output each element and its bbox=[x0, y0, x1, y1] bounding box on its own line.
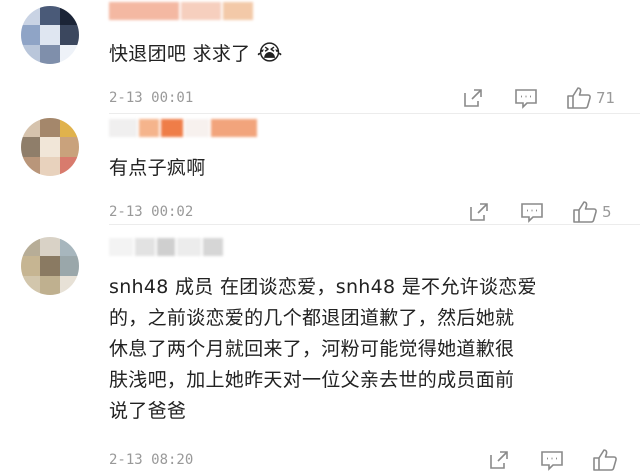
username-blurred[interactable] bbox=[109, 238, 223, 256]
comment-item: snh48 成员 在团谈恋爱，snh48 是不允许谈恋爱 的，之前谈恋爱的几个都… bbox=[0, 230, 640, 474]
comment-time: 2-13 08:20 bbox=[109, 452, 194, 468]
like-button[interactable] bbox=[592, 448, 622, 472]
comment-icon bbox=[521, 203, 543, 223]
comment-item: 快退团吧 求求了 😭 2-13 00:01 71 bbox=[0, 0, 640, 120]
comment-line: 休息了两个月就回来了，河粉可能觉得她道歉很 bbox=[109, 338, 515, 360]
comment-button[interactable] bbox=[540, 449, 564, 471]
like-icon bbox=[573, 201, 597, 223]
divider bbox=[109, 224, 640, 225]
comment-icon bbox=[541, 451, 563, 471]
like-count: 5 bbox=[602, 203, 612, 221]
share-icon bbox=[490, 451, 508, 469]
avatar[interactable] bbox=[21, 6, 79, 64]
like-count: 71 bbox=[596, 89, 616, 107]
avatar[interactable] bbox=[21, 237, 79, 295]
share-button[interactable] bbox=[468, 201, 490, 223]
comment-text: snh48 成员 在团谈恋爱，snh48 是不允许谈恋爱 的，之前谈恋爱的几个都… bbox=[109, 272, 537, 427]
comment-button[interactable] bbox=[514, 87, 538, 109]
like-button[interactable]: 5 bbox=[572, 200, 612, 224]
comment-line: 的，之前谈恋爱的几个都退团道歉了，然后她就 bbox=[109, 307, 515, 329]
like-icon bbox=[593, 449, 617, 471]
comment-time: 2-13 00:02 bbox=[109, 204, 194, 220]
crying-emoji-icon: 😭 bbox=[256, 41, 283, 66]
comment-line: 肤浅吧，加上她昨天对一位父亲去世的成员面前 bbox=[109, 369, 515, 391]
username-blurred[interactable] bbox=[109, 119, 257, 137]
comment-item: 有点子疯啊 2-13 00:02 5 bbox=[0, 114, 640, 230]
comment-text: 有点子疯啊 bbox=[109, 157, 206, 179]
comment-line: snh48 成员 在团谈恋爱，snh48 是不允许谈恋爱 bbox=[109, 276, 537, 298]
like-button[interactable]: 71 bbox=[566, 86, 615, 110]
share-button[interactable] bbox=[462, 87, 484, 109]
avatar[interactable] bbox=[21, 118, 79, 176]
share-button[interactable] bbox=[488, 449, 510, 471]
share-icon bbox=[464, 89, 482, 107]
comment-icon bbox=[515, 89, 537, 109]
comment-line: 说了爸爸 bbox=[109, 400, 187, 422]
comment-time: 2-13 00:01 bbox=[109, 90, 194, 106]
username-blurred[interactable] bbox=[109, 2, 253, 20]
like-icon bbox=[567, 87, 591, 109]
share-icon bbox=[470, 203, 488, 221]
comment-text: 快退团吧 求求了 😭 bbox=[109, 41, 283, 66]
comment-button[interactable] bbox=[520, 201, 544, 223]
